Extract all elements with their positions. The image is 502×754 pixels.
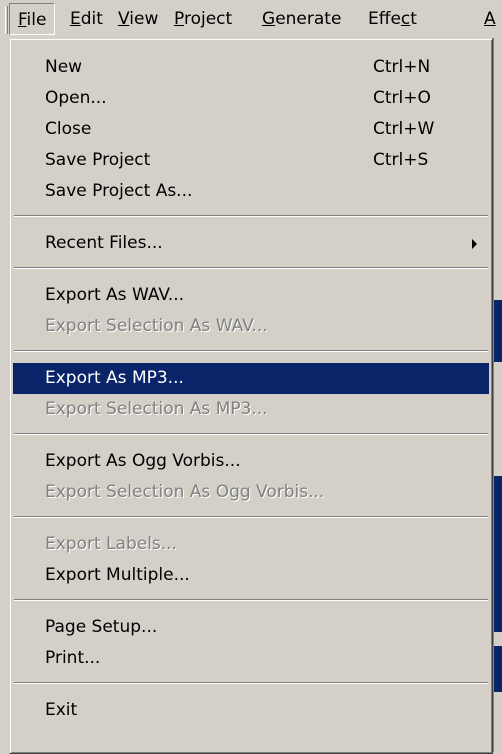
background-window-edge — [493, 38, 502, 752]
menu-item-export-as-mp3-label: Export As MP3... — [45, 368, 184, 388]
menu-item-close-shortcut: Ctrl+W — [373, 119, 435, 139]
menu-item-save-project-as-label: Save Project As... — [45, 181, 193, 201]
menu-item-export-labels-label: Export Labels... — [45, 534, 177, 554]
menu-item-open[interactable]: Open... Ctrl+O — [13, 83, 489, 114]
menu-item-export-as-ogg[interactable]: Export As Ogg Vorbis... — [13, 446, 489, 477]
menu-item-export-selection-as-wav-label: Export Selection As WAV... — [45, 316, 268, 336]
menu-item-open-shortcut: Ctrl+O — [373, 88, 431, 108]
menu-item-exit-label: Exit — [45, 700, 78, 720]
menu-view-mnemonic: V — [118, 9, 130, 29]
menu-project[interactable]: Project — [166, 3, 240, 35]
menu-project-mnemonic: P — [174, 9, 184, 29]
file-menu-dropdown: New Ctrl+N Open... Ctrl+O Close Ctrl+W S… — [9, 38, 493, 754]
menu-item-export-selection-as-wav: Export Selection As WAV... — [13, 311, 489, 342]
menu-item-close-label: Close — [45, 119, 92, 139]
menu-item-save-project[interactable]: Save Project Ctrl+S — [13, 145, 489, 176]
menu-effect[interactable]: Effect — [360, 3, 425, 35]
menu-item-export-as-mp3[interactable]: Export As MP3... — [13, 363, 489, 394]
menu-file-mnemonic: F — [18, 10, 27, 30]
menu-view[interactable]: View — [110, 3, 166, 35]
menu-separator — [14, 516, 488, 518]
menu-item-open-label: Open... — [45, 88, 107, 108]
menu-item-new-shortcut: Ctrl+N — [373, 57, 431, 77]
menu-item-export-as-wav-label: Export As WAV... — [45, 285, 185, 305]
menu-separator — [14, 599, 488, 601]
menu-item-export-selection-as-mp3: Export Selection As MP3... — [13, 394, 489, 425]
submenu-arrow-icon — [472, 239, 477, 249]
menu-separator — [14, 267, 488, 269]
menu-item-new[interactable]: New Ctrl+N — [13, 52, 489, 83]
menu-file[interactable]: File — [9, 3, 56, 35]
menu-analyze[interactable]: A — [476, 3, 502, 35]
menu-item-export-labels: Export Labels... — [13, 529, 489, 560]
menu-item-export-selection-as-ogg: Export Selection As Ogg Vorbis... — [13, 477, 489, 508]
menu-item-export-multiple[interactable]: Export Multiple... — [13, 560, 489, 591]
menu-edit-mnemonic: E — [70, 9, 81, 29]
background-track-strip — [494, 646, 502, 692]
menu-separator — [14, 215, 488, 217]
menu-effect-label-start: Effe — [368, 9, 401, 29]
background-track-strip — [494, 300, 502, 362]
menu-item-save-project-as[interactable]: Save Project As... — [13, 176, 489, 207]
menu-generate-label: enerate — [275, 9, 342, 29]
menu-generate-mnemonic: G — [262, 9, 276, 29]
menu-bar: File Edit View Project Generate Effect A — [0, 0, 502, 38]
menu-separator — [14, 682, 488, 684]
menu-item-export-as-ogg-label: Export As Ogg Vorbis... — [45, 451, 241, 471]
menu-item-save-project-label: Save Project — [45, 150, 151, 170]
menu-effect-label-end: t — [410, 9, 417, 29]
menu-item-exit[interactable]: Exit — [13, 695, 489, 726]
menu-separator — [14, 433, 488, 435]
menu-item-export-selection-as-ogg-label: Export Selection As Ogg Vorbis... — [45, 482, 325, 502]
menu-project-label: roject — [183, 9, 233, 29]
menu-effect-mnemonic: c — [400, 9, 411, 29]
menu-item-save-project-shortcut: Ctrl+S — [373, 150, 429, 170]
menu-edit[interactable]: Edit — [62, 3, 111, 35]
menu-generate[interactable]: Generate — [254, 3, 349, 35]
menu-item-export-as-wav[interactable]: Export As WAV... — [13, 280, 489, 311]
menu-item-new-label: New — [45, 57, 83, 77]
menu-edit-label: dit — [80, 9, 103, 29]
menu-view-label: iew — [129, 9, 159, 29]
menu-item-recent-files-label: Recent Files... — [45, 233, 163, 253]
menu-item-export-multiple-label: Export Multiple... — [45, 565, 190, 585]
menu-item-page-setup-label: Page Setup... — [45, 617, 158, 637]
menu-bar-grip — [5, 6, 8, 34]
menu-item-print[interactable]: Print... — [13, 643, 489, 674]
menu-analyze-mnemonic: A — [484, 9, 496, 29]
menu-item-page-setup[interactable]: Page Setup... — [13, 612, 489, 643]
menu-item-recent-files[interactable]: Recent Files... — [13, 228, 489, 259]
menu-file-label: ile — [26, 10, 47, 30]
background-track-strip — [494, 476, 502, 632]
menu-item-export-selection-as-mp3-label: Export Selection As MP3... — [45, 399, 268, 419]
menu-item-print-label: Print... — [45, 648, 101, 668]
menu-item-close[interactable]: Close Ctrl+W — [13, 114, 489, 145]
menu-separator — [14, 350, 488, 352]
